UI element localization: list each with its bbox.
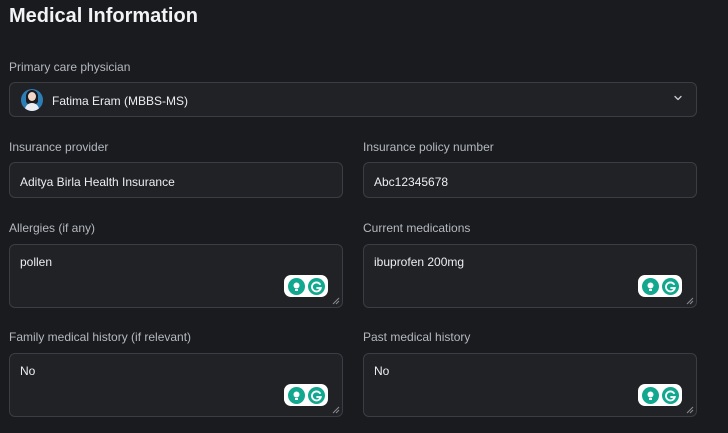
family-history-value: No xyxy=(20,364,36,378)
policy-number-label: Insurance policy number xyxy=(363,140,494,154)
grammarly-icon xyxy=(307,277,325,295)
chevron-down-icon xyxy=(674,95,682,101)
bulb-icon xyxy=(287,386,305,404)
policy-number-value: Abc12345678 xyxy=(374,175,449,189)
policy-number-input[interactable]: Abc12345678 xyxy=(363,162,697,198)
past-history-value: No xyxy=(374,364,390,378)
allergies-value: pollen xyxy=(20,255,53,269)
page-title: Medical Information xyxy=(9,5,198,27)
bulb-icon xyxy=(641,386,659,404)
allergies-textarea[interactable]: pollen xyxy=(9,244,343,308)
allergies-label: Allergies (if any) xyxy=(9,221,96,235)
medications-textarea[interactable]: ibuprofen 200mg xyxy=(363,244,697,308)
past-history-label: Past medical history xyxy=(363,330,471,344)
grammarly-widget[interactable] xyxy=(284,384,328,406)
resize-handle-icon[interactable] xyxy=(332,297,340,305)
resize-handle-icon[interactable] xyxy=(686,297,694,305)
medications-value: ibuprofen 200mg xyxy=(374,255,465,269)
grammarly-icon xyxy=(307,386,325,404)
grammarly-widget[interactable] xyxy=(284,275,328,297)
family-history-textarea[interactable]: No xyxy=(9,353,343,417)
bulb-icon xyxy=(641,277,659,295)
grammarly-widget[interactable] xyxy=(638,384,682,406)
medications-label: Current medications xyxy=(363,221,471,235)
resize-handle-icon[interactable] xyxy=(686,406,694,414)
insurance-provider-value: Aditya Birla Health Insurance xyxy=(20,175,175,189)
past-history-textarea[interactable]: No xyxy=(363,353,697,417)
insurance-provider-label: Insurance provider xyxy=(9,140,109,154)
family-history-label: Family medical history (if relevant) xyxy=(9,330,192,344)
grammarly-icon xyxy=(661,386,679,404)
physician-value: Fatima Eram (MBBS-MS) xyxy=(52,94,189,108)
doctor-avatar xyxy=(21,89,43,111)
insurance-provider-input[interactable]: Aditya Birla Health Insurance xyxy=(9,162,343,198)
bulb-icon xyxy=(287,277,305,295)
physician-select[interactable]: Fatima Eram (MBBS-MS) xyxy=(9,82,697,117)
grammarly-icon xyxy=(661,277,679,295)
resize-handle-icon[interactable] xyxy=(332,406,340,414)
grammarly-widget[interactable] xyxy=(638,275,682,297)
physician-label: Primary care physician xyxy=(9,60,131,74)
